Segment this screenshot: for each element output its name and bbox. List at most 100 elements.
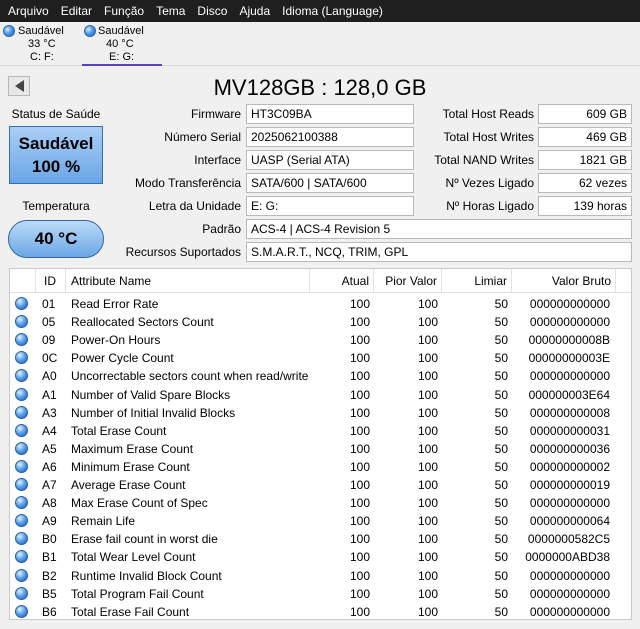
table-row[interactable]: B1 Total Wear Level Count 100 100 50 0000000A… xyxy=(10,548,631,566)
table-row[interactable]: B2 Runtime Invalid Block Count 100 100 50 000… xyxy=(10,567,631,585)
header-current[interactable]: Atual xyxy=(310,269,374,293)
table-row[interactable]: 01 Read Error Rate 100 100 50 000000000000 xyxy=(10,295,631,313)
cell-worst: 100 xyxy=(417,333,438,348)
cell-raw-value: 000000003E64 xyxy=(528,387,610,402)
menu-idioma[interactable]: Idioma (Language) xyxy=(276,0,389,22)
status-orb-icon xyxy=(15,496,28,510)
cell-id: A4 xyxy=(42,423,57,438)
header-icon-col xyxy=(10,269,36,293)
cell-current: 100 xyxy=(349,387,370,402)
cell-id: A1 xyxy=(42,387,57,402)
cell-worst: 100 xyxy=(417,405,438,420)
cell-worst: 100 xyxy=(417,496,438,511)
disk-tabs: Saudável 33 °C C: F: Saudável 40 °C E: G… xyxy=(0,22,640,66)
status-orb-icon xyxy=(15,333,28,347)
menu-arquivo[interactable]: Arquivo xyxy=(2,0,55,22)
cell-attribute-name: Max Erase Count of Spec xyxy=(71,496,208,511)
standard-label: Padrão xyxy=(202,222,241,236)
disk-tab-2[interactable]: Saudável 40 °C E: G: xyxy=(82,22,162,66)
temperature-label: Temperatura xyxy=(22,199,90,213)
table-row[interactable]: A9 Remain Life 100 100 50 000000000064 xyxy=(10,512,631,530)
interface-field: UASP (Serial ATA) xyxy=(246,150,414,170)
table-row[interactable]: A7 Average Erase Count 100 100 50 00000000001… xyxy=(10,476,631,494)
serial-label: Número Serial xyxy=(164,130,241,144)
cell-attribute-name: Erase fail count in worst die xyxy=(71,532,218,547)
table-row[interactable]: A5 Maximum Erase Count 100 100 50 00000000003… xyxy=(10,440,631,458)
table-row[interactable]: 05 Reallocated Sectors Count 100 100 50 00000… xyxy=(10,313,631,331)
cell-threshold: 50 xyxy=(494,315,508,330)
cell-id: A3 xyxy=(42,405,57,420)
cell-current: 100 xyxy=(349,441,370,456)
cell-worst: 100 xyxy=(417,441,438,456)
cell-current: 100 xyxy=(349,297,370,311)
status-orb-icon xyxy=(15,514,28,528)
table-row[interactable]: A1 Number of Valid Spare Blocks 100 100 50 00… xyxy=(10,386,631,404)
disk-tab-status: Saudável xyxy=(98,25,144,37)
table-row[interactable]: 0C Power Cycle Count 100 100 50 00000000003E xyxy=(10,349,631,367)
table-row[interactable]: A6 Minimum Erase Count 100 100 50 00000000000… xyxy=(10,458,631,476)
health-percent: 100 % xyxy=(31,157,81,176)
cell-threshold: 50 xyxy=(494,441,508,456)
header-id[interactable]: ID xyxy=(36,269,66,293)
host-writes-label: Total Host Writes xyxy=(443,130,534,144)
health-status-box[interactable]: Saudável 100 % xyxy=(9,126,103,184)
cell-attribute-name: Power Cycle Count xyxy=(71,351,174,366)
disk-tab-1[interactable]: Saudável 33 °C C: F: xyxy=(0,22,80,66)
status-orb-icon xyxy=(15,550,28,564)
table-row[interactable]: B0 Erase fail count in worst die 100 100 50 0… xyxy=(10,530,631,548)
cell-worst: 100 xyxy=(417,351,438,366)
status-orb-icon xyxy=(15,586,28,600)
power-on-count-label: Nº Vezes Ligado xyxy=(445,176,534,190)
status-orb-icon xyxy=(15,405,28,419)
cell-threshold: 50 xyxy=(494,297,508,311)
cell-worst: 100 xyxy=(417,297,438,311)
status-orb-icon xyxy=(15,369,28,383)
cell-attribute-name: Uncorrectable sectors count when read/wr… xyxy=(71,369,309,384)
cell-threshold: 50 xyxy=(494,496,508,511)
health-status-text: Saudável xyxy=(18,134,94,153)
table-row[interactable]: B6 Total Erase Fail Count 100 100 50 00000000… xyxy=(10,603,631,619)
disk-tab-letter: E: G: xyxy=(109,51,135,63)
cell-raw-value: 000000000000 xyxy=(529,297,610,311)
cell-id: A7 xyxy=(42,478,57,492)
cell-current: 100 xyxy=(349,459,370,474)
cell-current: 100 xyxy=(349,568,370,583)
header-worst[interactable]: Pior Valor xyxy=(374,269,442,293)
cell-id: 0C xyxy=(42,351,58,366)
cell-raw-value: 000000000000 xyxy=(529,315,610,330)
smart-attributes-table[interactable]: ID Attribute Name Atual Pior Valor Limia… xyxy=(9,268,632,620)
cell-attribute-name: Maximum Erase Count xyxy=(71,441,194,456)
cell-current: 100 xyxy=(349,423,370,438)
cell-raw-value: 000000000036 xyxy=(529,441,610,456)
serial-field: 2025062100388 xyxy=(246,127,414,147)
temperature-box[interactable]: 40 °C xyxy=(8,220,104,258)
table-row[interactable]: A0 Uncorrectable sectors count when read/… xyxy=(10,367,631,385)
menu-ajuda[interactable]: Ajuda xyxy=(233,0,276,22)
menu-tema[interactable]: Tema xyxy=(150,0,191,22)
cell-raw-value: 0000000ABD38 xyxy=(525,550,610,565)
table-row[interactable]: A3 Number of Initial Invalid Blocks 100 100… xyxy=(10,404,631,422)
cell-threshold: 50 xyxy=(494,405,508,420)
header-attribute-name[interactable]: Attribute Name xyxy=(66,269,310,293)
cell-attribute-name: Power-On Hours xyxy=(71,333,161,348)
health-orb-icon xyxy=(3,25,15,37)
table-row[interactable]: B5 Total Program Fail Count 100 100 50 000000… xyxy=(10,585,631,603)
cell-id: B5 xyxy=(42,586,57,601)
cell-attribute-name: Average Erase Count xyxy=(71,478,186,492)
menu-disco[interactable]: Disco xyxy=(191,0,233,22)
menu-funcao[interactable]: Função xyxy=(98,0,150,22)
header-raw-value[interactable]: Valor Bruto xyxy=(512,269,616,293)
supported-features-label: Recursos Suportados xyxy=(125,245,241,259)
status-orb-icon xyxy=(15,441,28,455)
host-reads-label: Total Host Reads xyxy=(442,107,534,121)
table-row[interactable]: A4 Total Erase Count 100 100 50 000000000031 xyxy=(10,422,631,440)
firmware-field: HT3C09BA xyxy=(246,104,414,124)
status-orb-icon xyxy=(15,604,28,618)
status-orb-icon xyxy=(15,423,28,437)
header-threshold[interactable]: Limiar xyxy=(442,269,512,293)
table-row[interactable]: 09 Power-On Hours 100 100 50 00000000008B xyxy=(10,331,631,349)
cell-raw-value: 000000000000 xyxy=(529,369,610,384)
table-row[interactable]: A8 Max Erase Count of Spec 100 100 50 0000000… xyxy=(10,494,631,512)
menu-editar[interactable]: Editar xyxy=(55,0,98,22)
cell-worst: 100 xyxy=(417,550,438,565)
